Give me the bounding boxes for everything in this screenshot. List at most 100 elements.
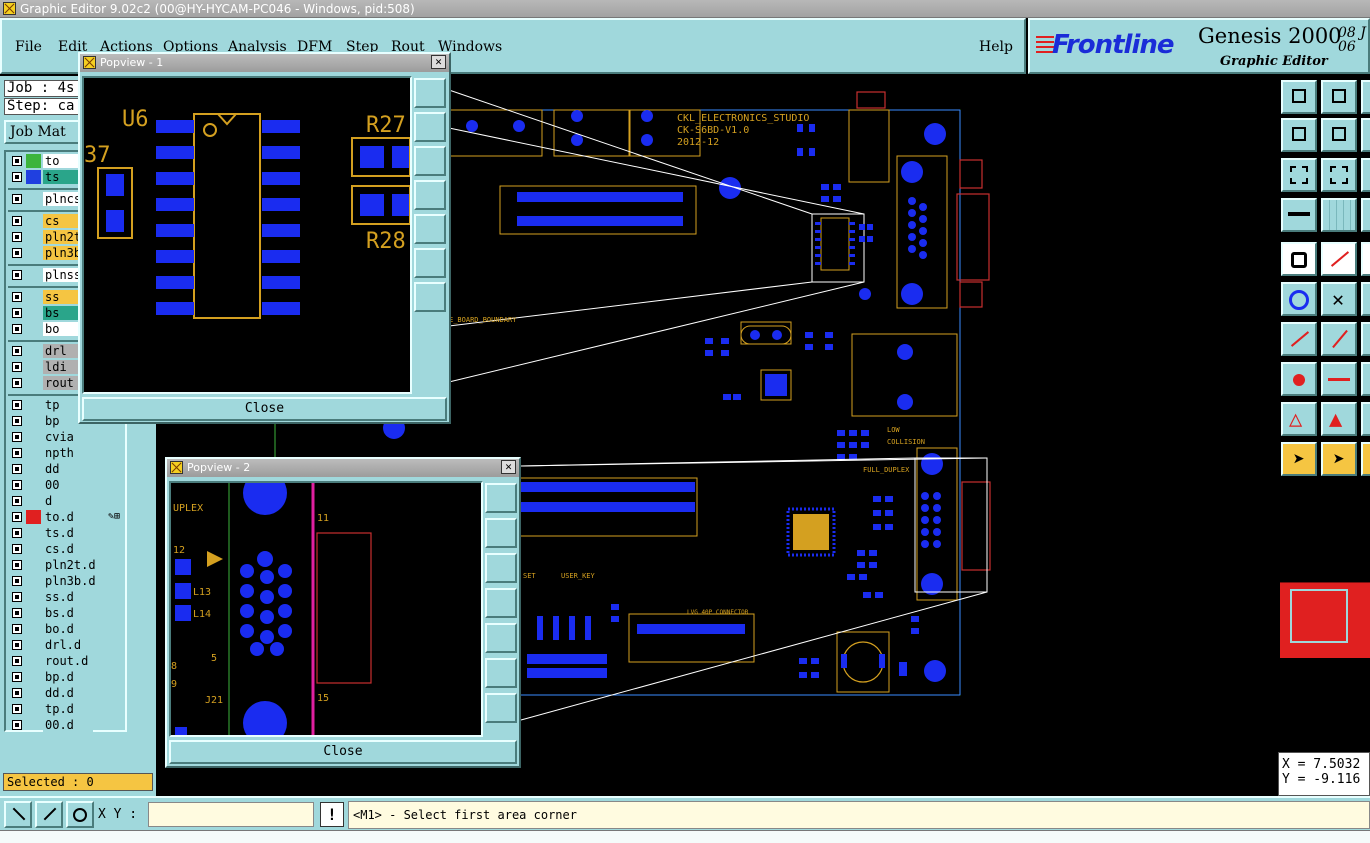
- layer-color-swatch[interactable]: [26, 590, 41, 604]
- select-extra-button[interactable]: [1361, 442, 1370, 476]
- layer-color-swatch[interactable]: [26, 290, 41, 304]
- layer-checkbox[interactable]: [12, 324, 22, 334]
- pan-extra2-button[interactable]: [1361, 118, 1370, 152]
- layer-checkbox[interactable]: [12, 560, 22, 570]
- pan-extra-button[interactable]: [1361, 80, 1370, 114]
- zoom-in-button[interactable]: [1321, 158, 1357, 192]
- layer-checkbox[interactable]: [12, 672, 22, 682]
- layer-checkbox[interactable]: [12, 378, 22, 388]
- layer-checkbox[interactable]: [12, 308, 22, 318]
- layer-row[interactable]: to.d ✎⊞: [8, 510, 125, 525]
- layer-name[interactable]: bo.d: [43, 622, 93, 636]
- popview-2-tool-5[interactable]: [485, 623, 517, 653]
- popview-2-tool-6[interactable]: [485, 658, 517, 688]
- layer-color-swatch[interactable]: [26, 322, 41, 336]
- layer-checkbox[interactable]: [12, 576, 22, 586]
- layer-checkbox[interactable]: [12, 720, 22, 730]
- layer-row[interactable]: bo.d: [8, 622, 125, 637]
- layer-row[interactable]: npth: [8, 446, 125, 461]
- popview-2[interactable]: Popview - 2 ✕ UPLEX 12 L13 L14 J21 8 9 5…: [165, 457, 521, 768]
- popview-1[interactable]: Popview - 1 ✕ U6 37 R27 R28 Close: [78, 52, 451, 424]
- pan-down-button[interactable]: [1321, 80, 1357, 114]
- xy-input[interactable]: [148, 802, 314, 827]
- layer-checkbox[interactable]: [12, 292, 22, 302]
- layer-color-swatch[interactable]: [26, 510, 41, 524]
- layer-color-swatch[interactable]: [26, 246, 41, 260]
- layer-checkbox[interactable]: [12, 194, 22, 204]
- popview-1-tool-1[interactable]: [414, 78, 446, 108]
- arrow-extra-button[interactable]: [1361, 402, 1370, 436]
- layer-checkbox[interactable]: [12, 464, 22, 474]
- grid-button[interactable]: [1321, 198, 1357, 232]
- popview-2-tool-1[interactable]: [485, 483, 517, 513]
- menu-file[interactable]: File: [15, 39, 42, 55]
- layer-name[interactable]: tp.d: [43, 702, 93, 716]
- layer-checkbox[interactable]: [12, 640, 22, 650]
- layer-name[interactable]: dd.d: [43, 686, 93, 700]
- layer-name[interactable]: rout.d: [43, 654, 93, 668]
- delete-button[interactable]: ✕: [1321, 282, 1357, 316]
- layer-color-swatch[interactable]: [26, 542, 41, 556]
- popview-1-tool-7[interactable]: [414, 282, 446, 312]
- layer-checkbox[interactable]: [12, 688, 22, 698]
- alert-button[interactable]: !: [320, 802, 344, 827]
- layer-row[interactable]: cvia: [8, 430, 125, 445]
- popview-1-close-icon[interactable]: ✕: [431, 55, 446, 69]
- layer-color-swatch[interactable]: [26, 344, 41, 358]
- layer-color-swatch[interactable]: [26, 214, 41, 228]
- layer-name[interactable]: ts.d: [43, 526, 93, 540]
- triangle-button[interactable]: △: [1281, 402, 1317, 436]
- layer-name[interactable]: bs.d: [43, 606, 93, 620]
- layer-checkbox[interactable]: [12, 496, 22, 506]
- layer-row[interactable]: tp.d: [8, 702, 125, 717]
- zoom-area-button[interactable]: [35, 801, 63, 828]
- layer-row[interactable]: rout.d: [8, 654, 125, 669]
- layer-row[interactable]: dd.d: [8, 686, 125, 701]
- select-button[interactable]: ➤: [1281, 442, 1317, 476]
- layer-checkbox[interactable]: [12, 172, 22, 182]
- pan-left-button[interactable]: [1281, 118, 1317, 152]
- layer-checkbox[interactable]: [12, 400, 22, 410]
- popview-1-tool-5[interactable]: [414, 214, 446, 244]
- layer-row[interactable]: ts.d: [8, 526, 125, 541]
- layer-color-swatch[interactable]: [26, 414, 41, 428]
- title-bar[interactable]: Graphic Editor 9.02c2 (00@HY-HYCAM-PC046…: [0, 0, 1370, 18]
- layer-color-swatch[interactable]: [26, 430, 41, 444]
- layer-color-swatch[interactable]: [26, 702, 41, 716]
- layer-color-swatch[interactable]: [26, 154, 41, 168]
- layer-checkbox[interactable]: [12, 232, 22, 242]
- zoom-fit-button[interactable]: [4, 801, 32, 828]
- popview-2-tool-3[interactable]: [485, 553, 517, 583]
- menu-help[interactable]: Help: [979, 39, 1013, 55]
- popview-2-tool-7[interactable]: [485, 693, 517, 723]
- layer-name[interactable]: d: [43, 494, 93, 508]
- layer-color-swatch[interactable]: [26, 686, 41, 700]
- layer-checkbox[interactable]: [12, 362, 22, 372]
- layer-color-swatch[interactable]: [26, 478, 41, 492]
- popview-2-close-button[interactable]: Close: [169, 740, 517, 764]
- layer-name[interactable]: drl.d: [43, 638, 93, 652]
- popview-2-view[interactable]: UPLEX 12 L13 L14 J21 8 9 5 11 15: [169, 481, 483, 737]
- layer-row[interactable]: bp.d: [8, 670, 125, 685]
- zoom-extra-button[interactable]: [1361, 158, 1370, 192]
- draw-line-button[interactable]: [1321, 242, 1357, 276]
- layer-color-swatch[interactable]: [26, 230, 41, 244]
- layer-color-swatch[interactable]: [26, 446, 41, 460]
- layer-checkbox[interactable]: [12, 448, 22, 458]
- line-extra-button[interactable]: [1361, 362, 1370, 396]
- layer-checkbox[interactable]: [12, 656, 22, 666]
- arrow-up-button[interactable]: ▲: [1321, 402, 1357, 436]
- slash-button[interactable]: [1321, 322, 1357, 356]
- layer-color-swatch[interactable]: [26, 638, 41, 652]
- layer-row[interactable]: 00.d: [8, 718, 125, 733]
- layer-name[interactable]: to.d: [43, 510, 93, 524]
- popview-1-titlebar[interactable]: Popview - 1 ✕: [80, 54, 449, 72]
- zoom-out-button[interactable]: [1281, 158, 1317, 192]
- layer-row[interactable]: d: [8, 494, 125, 509]
- add-feature-button[interactable]: [1281, 242, 1317, 276]
- layer-color-swatch[interactable]: [26, 360, 41, 374]
- popview-2-tool-2[interactable]: [485, 518, 517, 548]
- layer-checkbox[interactable]: [12, 346, 22, 356]
- popview-2-close-icon[interactable]: ✕: [501, 460, 516, 474]
- layer-color-swatch[interactable]: [26, 170, 41, 184]
